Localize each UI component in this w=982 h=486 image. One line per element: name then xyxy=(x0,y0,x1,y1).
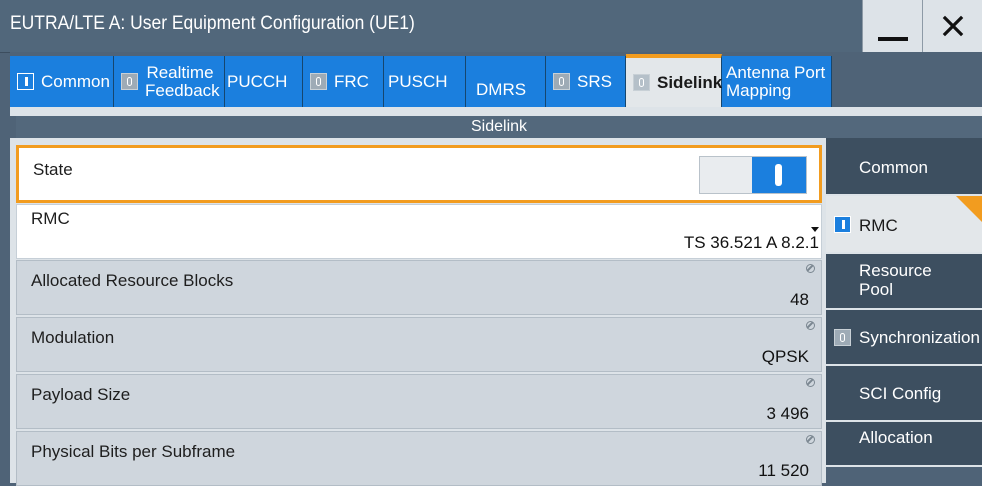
toggle-off-icon xyxy=(121,73,138,90)
side-navigation: Common RMC Resource Pool Synchronization… xyxy=(826,138,982,483)
title-bar: EUTRA/LTE A: User Equipment Configuratio… xyxy=(0,0,982,53)
minimize-icon xyxy=(878,37,908,41)
settings-list: State RMC TS 36.521 A 8.2.1 Allocated Re… xyxy=(16,145,822,486)
tab-label: FRC xyxy=(334,71,369,91)
tab-label: PUCCH xyxy=(227,71,288,91)
tab-label: SRS xyxy=(577,71,612,91)
tab-pucch[interactable]: PUCCH xyxy=(225,56,303,107)
active-corner-marker xyxy=(956,196,982,222)
tab-antenna-port-mapping[interactable]: Antenna Port Mapping xyxy=(722,56,832,107)
toggle-on-icon xyxy=(17,73,34,90)
physical-bits-value: 11 520 xyxy=(758,461,809,480)
dropdown-arrow-icon xyxy=(811,227,819,232)
toggle-off-icon xyxy=(553,73,570,90)
sidenav-label: RMC xyxy=(859,216,898,235)
toggle-off-icon xyxy=(310,73,327,90)
sidenav-synchronization[interactable]: Synchronization xyxy=(826,310,982,366)
sidenav-label: Common xyxy=(859,158,928,177)
minimize-button[interactable] xyxy=(862,0,923,52)
toggle-on-icon xyxy=(834,216,851,233)
sidenav-sci-config[interactable]: SCI Config xyxy=(826,366,982,422)
toggle-off-icon xyxy=(834,329,851,346)
modulation-label: Modulation xyxy=(31,328,115,347)
rmc-value: TS 36.521 A 8.2.1 xyxy=(683,233,819,252)
sidenav-label: Synchronization xyxy=(859,328,980,347)
tab-bar: Common Realtime Feedback PUCCH FRC PUSCH… xyxy=(10,52,982,107)
read-only-icon xyxy=(806,435,815,444)
section-header: Sidelink xyxy=(16,116,982,138)
allocated-resource-blocks-value: 48 xyxy=(790,290,809,309)
sidenav-label: SCI Config xyxy=(859,384,942,403)
tab-label: Realtime Feedback xyxy=(145,62,220,100)
close-icon xyxy=(942,15,964,37)
payload-size-label: Payload Size xyxy=(31,385,131,404)
sidenav-label: Resource Pool xyxy=(859,261,932,299)
sidenav-rmc[interactable]: RMC xyxy=(826,196,982,254)
sidenav-label: Allocation xyxy=(859,428,933,447)
tab-label: Common xyxy=(41,71,110,91)
close-button[interactable] xyxy=(922,0,982,52)
tab-label: PUSCH xyxy=(388,71,448,91)
window-title: EUTRA/LTE A: User Equipment Configuratio… xyxy=(10,13,415,34)
toggle-off-icon xyxy=(633,74,650,91)
read-only-icon xyxy=(806,264,815,273)
tab-label: DMRS xyxy=(476,80,527,99)
tab-srs[interactable]: SRS xyxy=(546,56,626,107)
tab-realtime-feedback[interactable]: Realtime Feedback xyxy=(114,56,225,107)
tab-pusch[interactable]: PUSCH xyxy=(384,56,466,107)
allocated-resource-blocks-label: Allocated Resource Blocks xyxy=(31,271,234,290)
sidenav-allocation[interactable]: Allocation xyxy=(826,422,982,467)
rmc-dropdown[interactable]: RMC TS 36.521 A 8.2.1 xyxy=(16,204,822,259)
switch-on-icon xyxy=(752,157,806,193)
modulation-row: Modulation QPSK xyxy=(16,317,822,372)
read-only-icon xyxy=(806,321,815,330)
tab-label: Antenna Port Mapping xyxy=(726,62,826,100)
read-only-icon xyxy=(806,378,815,387)
allocated-resource-blocks-row: Allocated Resource Blocks 48 xyxy=(16,260,822,315)
sidenav-resource-pool[interactable]: Resource Pool xyxy=(826,254,982,310)
modulation-value: QPSK xyxy=(761,347,809,366)
physical-bits-label: Physical Bits per Subframe xyxy=(31,442,236,461)
tab-common[interactable]: Common xyxy=(10,56,114,107)
state-row[interactable]: State xyxy=(16,145,822,203)
tab-dmrs[interactable]: DMRS xyxy=(466,56,546,107)
physical-bits-row: Physical Bits per Subframe 11 520 xyxy=(16,431,822,486)
sidenav-common[interactable]: Common xyxy=(826,138,982,196)
tab-frc[interactable]: FRC xyxy=(303,56,384,107)
state-label: State xyxy=(33,160,73,179)
rmc-label: RMC xyxy=(31,209,70,228)
tab-sidelink[interactable]: Sidelink xyxy=(626,54,722,107)
payload-size-value: 3 496 xyxy=(766,404,809,423)
tab-label: Sidelink xyxy=(657,72,723,92)
payload-size-row: Payload Size 3 496 xyxy=(16,374,822,429)
state-switch[interactable] xyxy=(699,156,807,194)
panel-top-strip xyxy=(10,107,982,116)
